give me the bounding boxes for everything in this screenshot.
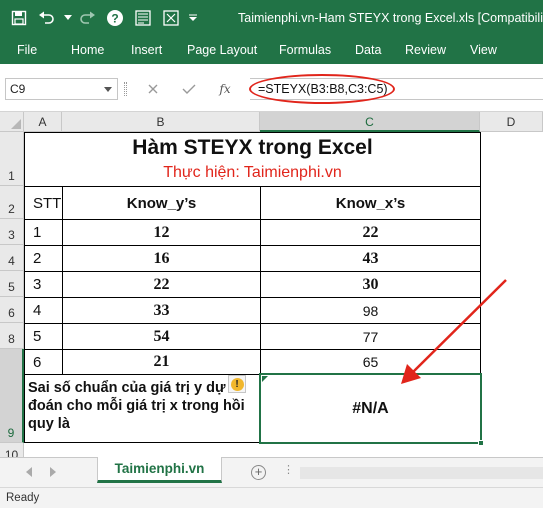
form-icon[interactable] — [132, 7, 154, 29]
quick-access-toolbar: ? — [0, 0, 204, 36]
next-sheet-icon[interactable] — [50, 467, 56, 477]
tab-view[interactable]: View — [470, 36, 497, 64]
help-icon[interactable]: ? — [104, 7, 126, 29]
tab-review[interactable]: Review — [405, 36, 446, 64]
name-box-value: C9 — [10, 82, 26, 96]
status-bar: Ready — [0, 487, 543, 508]
customize-toolbar-icon[interactable] — [188, 7, 198, 29]
add-sheet-button[interactable]: + — [251, 465, 266, 480]
cancel-icon[interactable] — [142, 79, 164, 99]
tab-home[interactable]: Home — [71, 36, 104, 64]
worksheet-grid: A B C D 1 2 3 4 5 6 8 9 10 Hàm STEYX tro… — [0, 112, 543, 457]
sort-icon[interactable] — [160, 7, 182, 29]
prev-sheet-icon[interactable] — [26, 467, 32, 477]
title-bar: ? Taimienphi.vn-Ham STEYX trong Excel.xl… — [0, 0, 543, 36]
insert-function-icon[interactable]: fx — [214, 79, 236, 99]
name-box[interactable]: C9 — [5, 78, 118, 100]
window-title: Taimienphi.vn-Ham STEYX trong Excel.xls … — [238, 11, 543, 25]
tab-insert[interactable]: Insert — [131, 36, 162, 64]
fx-label: fx — [219, 82, 231, 96]
formula-input[interactable]: =STEYX(B3:B8,C3:C5) — [250, 78, 543, 100]
tab-data[interactable]: Data — [355, 36, 381, 64]
tab-file[interactable]: File — [17, 36, 37, 64]
name-box-dropdown-icon[interactable] — [104, 87, 112, 92]
undo-icon[interactable] — [36, 7, 58, 29]
ribbon-tabs: File Home Insert Page Layout Formulas Da… — [0, 36, 543, 64]
formula-bar-splitter[interactable] — [124, 82, 127, 96]
redo-icon[interactable] — [76, 7, 98, 29]
svg-text:?: ? — [111, 12, 118, 26]
sheet-tab-taimienphi[interactable]: Taimienphi.vn — [97, 457, 222, 483]
status-text: Ready — [6, 492, 40, 504]
enter-icon[interactable] — [178, 79, 200, 99]
save-icon[interactable] — [8, 7, 30, 29]
formula-bar: C9 fx =STEYX(B3:B8,C3:C5) — [0, 64, 543, 112]
tab-formulas[interactable]: Formulas — [279, 36, 331, 64]
tab-page-layout[interactable]: Page Layout — [187, 36, 257, 64]
formula-text: =STEYX(B3:B8,C3:C5) — [258, 82, 388, 96]
annotation-arrow — [401, 279, 507, 384]
sheet-tab-bar: Taimienphi.vn + ⋮ — [0, 457, 543, 487]
horizontal-scrollbar[interactable] — [300, 467, 543, 479]
undo-dropdown-icon[interactable] — [64, 7, 72, 29]
tab-split-handle[interactable]: ⋮ — [283, 463, 294, 476]
